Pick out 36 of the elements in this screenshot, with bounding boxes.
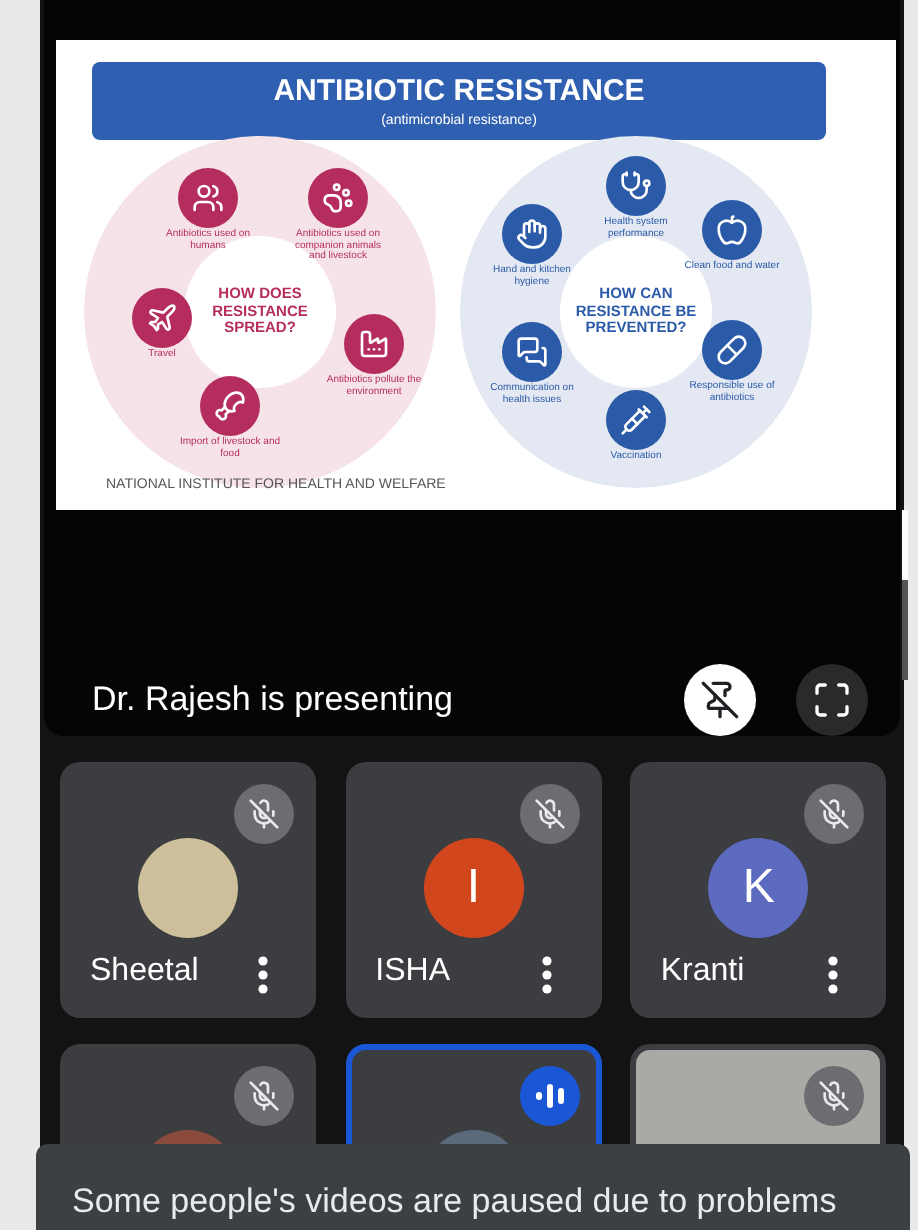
participant-tile[interactable]: I ISHA	[345, 762, 602, 1018]
toast-text: Some people's videos are paused due to problems	[72, 1184, 837, 1218]
avatar-initial: K	[742, 864, 775, 912]
pill-icon	[716, 334, 748, 366]
mic-off-icon	[248, 798, 280, 830]
participant-name: ISHA	[375, 952, 450, 992]
stethoscope-icon	[620, 170, 652, 202]
audio-bars-icon	[533, 1082, 566, 1110]
fullscreen-icon	[812, 680, 852, 720]
apple-icon	[716, 214, 748, 246]
participant-name: Sheetal	[90, 952, 199, 992]
more-icon	[257, 955, 267, 993]
drumstick-icon	[214, 390, 246, 422]
slide-title: ANTIBIOTIC RESISTANCE	[273, 75, 645, 105]
paw-icon	[322, 182, 354, 214]
hand-icon	[516, 218, 548, 250]
plane-icon	[146, 302, 178, 334]
participant-tile[interactable]: Sheetal	[60, 762, 316, 1018]
mic-off-icon	[248, 1080, 280, 1112]
pin-off-icon	[700, 680, 740, 720]
factory-icon	[358, 328, 390, 360]
participant-name: Kranti	[660, 952, 745, 992]
speech-bubbles-icon	[516, 336, 548, 368]
mic-off-icon	[533, 798, 566, 830]
mic-off-icon	[818, 1080, 851, 1112]
people-icon	[192, 182, 224, 214]
more-icon	[542, 955, 553, 993]
unpin-button[interactable]	[684, 664, 756, 736]
syringe-icon	[620, 404, 652, 436]
presenter-caption: Dr. Rajesh is presenting	[92, 678, 453, 723]
more-icon	[827, 955, 838, 993]
participant-tile[interactable]: K Kranti	[630, 762, 887, 1018]
mic-off-icon	[818, 798, 851, 830]
avatar-initial: I	[466, 864, 480, 912]
fullscreen-button[interactable]	[796, 664, 868, 736]
avatar-photo	[138, 838, 238, 938]
